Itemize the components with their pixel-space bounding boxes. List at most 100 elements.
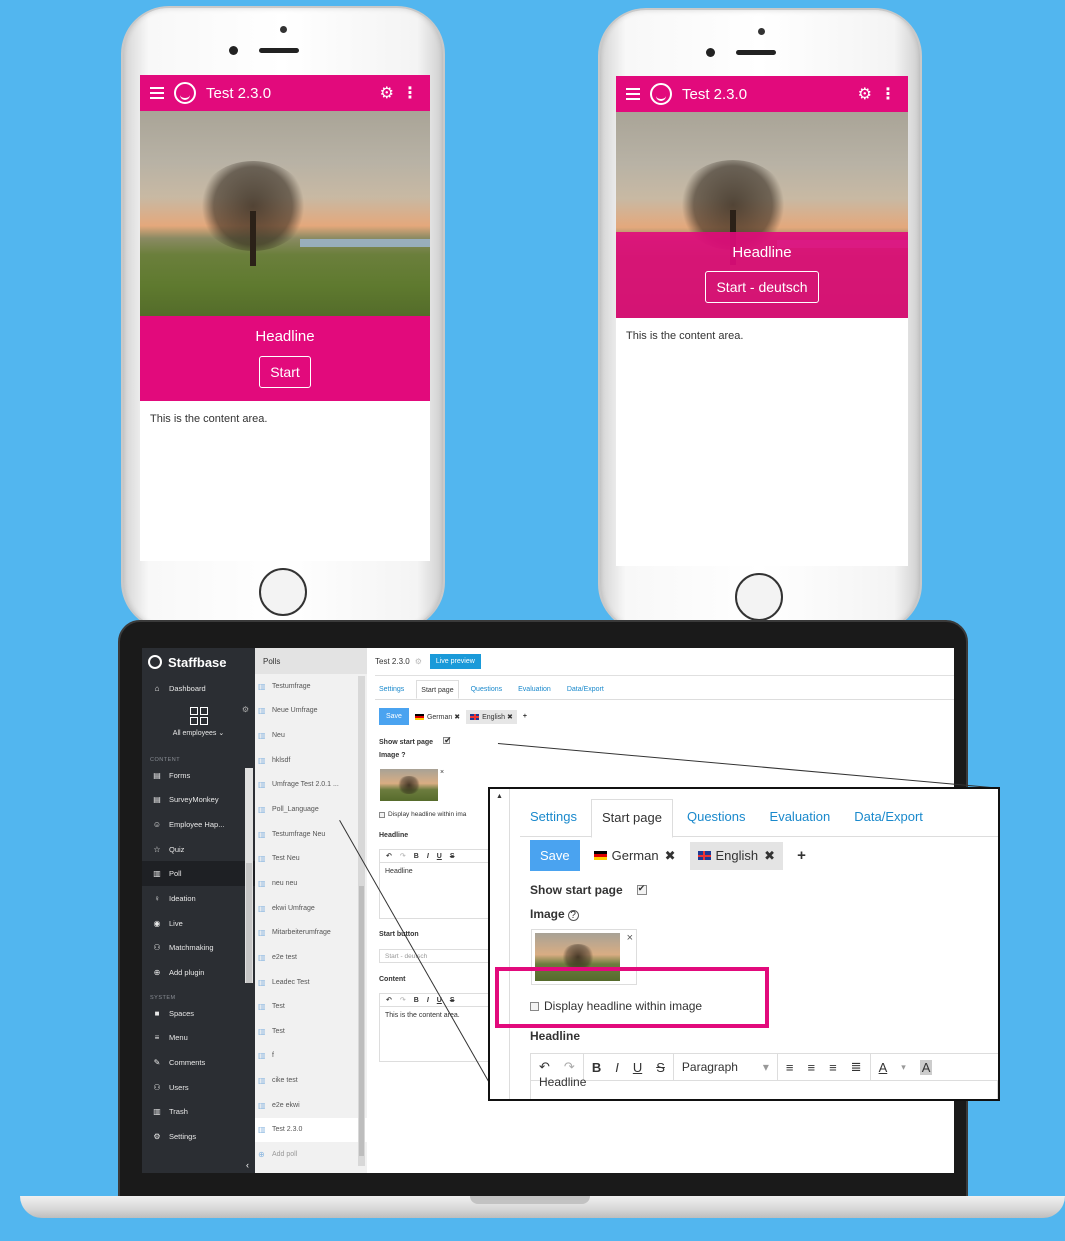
tab-data-export[interactable]: Data/Export — [563, 680, 608, 699]
sidebar-item-quiz[interactable]: ☆ Quiz — [142, 837, 255, 862]
polls-scrollbar[interactable] — [358, 676, 365, 1166]
sidebar-item-employee-hap[interactable]: ☺ Employee Hap... — [142, 812, 255, 837]
gear-icon[interactable]: ⚙ — [380, 83, 394, 103]
hamburger-menu-icon[interactable] — [150, 87, 164, 99]
add-language-icon[interactable]: + — [797, 847, 806, 864]
poll-list-item[interactable]: ▥ Testumfrage — [255, 674, 367, 699]
lang-german[interactable]: German ✖ — [593, 848, 676, 864]
poll-list-item[interactable]: ▥ Test — [255, 1019, 367, 1044]
sidebar-item-comments[interactable]: ✎ Comments — [142, 1050, 255, 1075]
sidebar-item-menu[interactable]: ≡ Menu — [142, 1026, 255, 1051]
undo-icon[interactable]: ↶ — [386, 996, 392, 1004]
redo-icon[interactable]: ↷ — [400, 852, 406, 860]
redo-icon[interactable]: ↷ — [564, 1059, 575, 1075]
help-icon[interactable]: ? — [567, 910, 579, 921]
strikethrough-icon[interactable]: S — [656, 1060, 665, 1075]
poll-list-item[interactable]: ▥ Mitarbeiterumfrage — [255, 920, 367, 945]
tab-settings[interactable]: Settings — [520, 799, 587, 836]
start-button[interactable]: Start — [259, 356, 311, 388]
bold-icon[interactable]: B — [592, 1060, 601, 1075]
align-justify-icon[interactable]: ≣ — [851, 1059, 862, 1075]
sidebar-item-trash[interactable]: ▥ Trash — [142, 1100, 255, 1125]
poll-list-item[interactable]: ▥ hklsdf — [255, 748, 367, 773]
align-right-icon[interactable]: ≡ — [829, 1060, 837, 1075]
poll-list-item[interactable]: ▥ Umfrage Test 2.0.1 ... — [255, 773, 367, 798]
poll-list-item[interactable]: ▥ cike test — [255, 1068, 367, 1093]
tab-data-export[interactable]: Data/Export — [844, 799, 933, 836]
lang-english[interactable]: English ✖ — [689, 841, 784, 870]
italic-icon[interactable]: I — [427, 997, 429, 1004]
brand-logo[interactable]: Staffbase — [142, 648, 255, 676]
tab-start-page[interactable]: Start page — [416, 680, 459, 699]
start-button-input[interactable]: Start - deutsch — [379, 949, 489, 963]
image-thumbnail[interactable] — [380, 769, 438, 801]
more-vertical-icon[interactable]: ⋮ — [402, 83, 418, 103]
headline-textarea[interactable]: Headline — [379, 863, 489, 919]
poll-list-item[interactable]: ▥ Test 2.3.0 — [255, 1117, 367, 1143]
undo-icon[interactable]: ↶ — [539, 1059, 550, 1075]
more-vertical-icon[interactable]: ⋮ — [880, 84, 896, 104]
poll-list-item[interactable]: ▥ Test — [255, 994, 367, 1019]
scroll-up-icon[interactable]: ▲ — [496, 793, 503, 800]
redo-icon[interactable]: ↷ — [400, 996, 406, 1004]
sidebar-item-add-plugin[interactable]: ⊕ Add plugin — [142, 960, 255, 985]
sidebar-item-poll[interactable]: ▥ Poll — [142, 861, 255, 887]
save-button[interactable]: Save — [379, 708, 409, 725]
gear-icon[interactable]: ⚙ — [858, 84, 872, 104]
show-start-page-checkbox[interactable] — [636, 883, 647, 895]
sidebar-item-settings[interactable]: ⚙ Settings — [142, 1124, 255, 1149]
gear-icon[interactable]: ⚙ — [242, 705, 249, 714]
sidebar-item-spaces[interactable]: ■ Spaces — [142, 1001, 255, 1026]
start-button[interactable]: Start - deutsch — [705, 271, 819, 303]
sidebar-scrollbar[interactable] — [245, 768, 253, 983]
poll-list-item[interactable]: ▥ Neu — [255, 723, 367, 748]
sidebar-item-ideation[interactable]: ♀ Ideation — [142, 886, 255, 911]
italic-icon[interactable]: I — [615, 1060, 619, 1075]
paragraph-select[interactable]: Paragraph ▾ — [674, 1053, 778, 1081]
background-color-icon[interactable]: A — [919, 1059, 933, 1075]
add-language-icon[interactable]: + — [523, 713, 527, 720]
tab-start-page[interactable]: Start page — [590, 799, 673, 838]
sidebar-item-matchmaking[interactable]: ⚇ Matchmaking — [142, 936, 255, 961]
poll-list-item[interactable]: ▥ Test Neu — [255, 846, 367, 871]
poll-list-item[interactable]: ▥ f — [255, 1044, 367, 1069]
poll-list-item[interactable]: ▥ Neue Umfrage — [255, 699, 367, 724]
remove-icon[interactable]: ✖ — [764, 848, 775, 864]
sidebar-item-forms[interactable]: ▤ Forms — [142, 763, 255, 788]
show-start-page-checkbox[interactable] — [443, 735, 452, 746]
bold-icon[interactable]: B — [414, 853, 419, 860]
sidebar-item-dashboard[interactable]: ⌂ Dashboard — [142, 676, 255, 701]
poll-list-item[interactable]: ▥ neu neu — [255, 871, 367, 896]
remove-image-icon[interactable]: × — [627, 932, 633, 944]
poll-list-item[interactable]: ▥ Poll_Language — [255, 797, 367, 822]
collapse-sidebar-icon[interactable]: ‹ — [246, 1160, 249, 1170]
sidebar-item-surveymonkey[interactable]: ▤ SurveyMonkey — [142, 787, 255, 812]
remove-icon[interactable]: ✖ — [507, 714, 513, 721]
align-center-icon[interactable]: ≡ — [807, 1060, 815, 1075]
gear-icon[interactable]: ⚙ — [415, 657, 422, 666]
underline-icon[interactable]: U — [633, 1060, 642, 1075]
tab-evaluation[interactable]: Evaluation — [760, 799, 841, 836]
hamburger-menu-icon[interactable] — [626, 88, 640, 100]
audience-selector[interactable]: ⚙ All employees ⌄ — [142, 701, 255, 753]
sidebar-item-live[interactable]: ◉ Live — [142, 911, 255, 936]
tab-settings[interactable]: Settings — [375, 680, 408, 699]
tab-evaluation[interactable]: Evaluation — [514, 680, 555, 699]
text-color-icon[interactable]: A — [879, 1060, 888, 1075]
sidebar-item-users[interactable]: ⚇ Users — [142, 1075, 255, 1100]
lang-german[interactable]: German ✖ — [414, 713, 460, 721]
display-headline-checkbox[interactable] — [379, 811, 385, 818]
remove-icon[interactable]: ✖ — [454, 714, 460, 721]
poll-list-item[interactable]: ▥ e2e test — [255, 945, 367, 970]
poll-list-item[interactable]: ▥ Testumfrage Neu — [255, 822, 367, 847]
add-poll-button[interactable]: ⊕ Add poll — [255, 1142, 367, 1167]
lang-english[interactable]: English ✖ — [466, 709, 517, 724]
save-button[interactable]: Save — [530, 840, 580, 871]
headline-textarea[interactable]: Headline — [530, 1075, 998, 1099]
bold-icon[interactable]: B — [414, 997, 419, 1004]
underline-icon[interactable]: U — [437, 853, 442, 860]
tab-questions[interactable]: Questions — [677, 799, 756, 836]
undo-icon[interactable]: ↶ — [386, 852, 392, 860]
remove-image-icon[interactable]: × — [440, 769, 444, 776]
strikethrough-icon[interactable]: S — [450, 997, 455, 1004]
